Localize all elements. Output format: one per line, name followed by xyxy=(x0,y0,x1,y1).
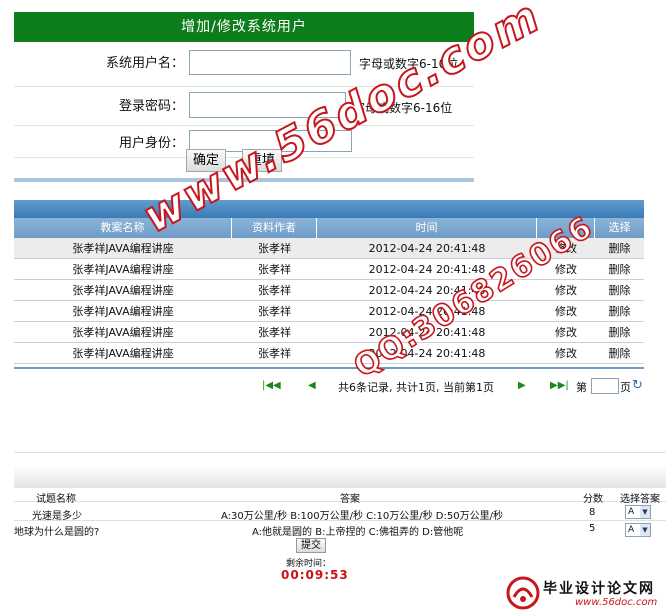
delete-link[interactable]: 删除 xyxy=(595,322,644,343)
exam-score: 8 xyxy=(589,507,596,518)
table-row: 张孝祥JAVA编程讲座 张孝祥 2012-04-24 20:41:48 修改 删除 xyxy=(14,343,644,364)
cell-author: 张孝祥 xyxy=(258,347,291,360)
answer-select-value: A xyxy=(628,525,635,535)
chevron-down-icon: ▼ xyxy=(640,506,650,518)
next-page-icon[interactable]: ▶ xyxy=(518,380,530,392)
exam-header-score: 分数 xyxy=(583,494,603,505)
edit-link[interactable]: 修改 xyxy=(537,322,595,343)
pager: |◀◀ ◀ 共6条记录, 共计1页, 当前第1页 ▶ ▶▶| 第 页 ↻ xyxy=(260,378,660,396)
exam-top-divider xyxy=(14,452,666,453)
column-header-time: 时间 xyxy=(317,218,537,238)
cell-lesson-name: 张孝祥JAVA编程讲座 xyxy=(72,347,174,360)
answer-select-value: A xyxy=(628,507,635,517)
submit-button[interactable]: 提交 xyxy=(296,538,326,553)
exam-question: 地球为什么是圆的? xyxy=(14,527,100,538)
cell-lesson-name: 张孝祥JAVA编程讲座 xyxy=(72,305,174,318)
pager-page-prefix: 第 xyxy=(576,381,587,394)
cell-author: 张孝祥 xyxy=(258,326,291,339)
cell-lesson-name: 张孝祥JAVA编程讲座 xyxy=(72,284,174,297)
cell-author: 张孝祥 xyxy=(258,242,291,255)
site-logo: 毕业设计论文网 www.56doc.com xyxy=(505,575,666,614)
exam-header-question: 试题名称 xyxy=(36,494,76,505)
delete-link[interactable]: 删除 xyxy=(595,280,644,301)
exam-score: 5 xyxy=(589,523,596,534)
table-bottom-border xyxy=(14,367,644,369)
exam-answer: A:他就是圆的 B:上帝捏的 C:佛祖弄的 D:管他呢 xyxy=(252,527,464,538)
delete-link[interactable]: 删除 xyxy=(595,259,644,280)
exam-row-divider xyxy=(14,520,666,521)
answer-select[interactable]: A ▼ xyxy=(625,505,651,519)
edit-link[interactable]: 修改 xyxy=(537,343,595,364)
table-title-bar xyxy=(14,200,644,218)
column-header-select: 选择 xyxy=(608,221,631,234)
table-row: 张孝祥JAVA编程讲座 张孝祥 2012-04-24 20:41:48 修改 删除 xyxy=(14,301,644,322)
cell-author: 张孝祥 xyxy=(258,284,291,297)
delete-link[interactable]: 删除 xyxy=(595,301,644,322)
chevron-down-icon: ▼ xyxy=(640,524,650,536)
role-label: 用户身份： xyxy=(118,136,184,151)
remaining-time-value: 00:09:53 xyxy=(281,568,349,582)
delete-link[interactable]: 删除 xyxy=(595,343,644,364)
password-label: 登录密码： xyxy=(118,99,184,114)
cell-author: 张孝祥 xyxy=(258,263,291,276)
form-title: 增加/修改系统用户 xyxy=(14,12,474,42)
username-label: 系统用户名： xyxy=(105,56,184,71)
page-number-input[interactable] xyxy=(591,378,619,394)
logo-url: www.56doc.com xyxy=(575,597,658,608)
pager-page-suffix: 页 xyxy=(620,381,631,394)
cell-lesson-name: 张孝祥JAVA编程讲座 xyxy=(72,263,174,276)
prev-page-icon[interactable]: ◀ xyxy=(308,380,320,392)
table-row: 张孝祥JAVA编程讲座 张孝祥 2012-04-24 20:41:48 修改 删除 xyxy=(14,322,644,343)
cell-lesson-name: 张孝祥JAVA编程讲座 xyxy=(72,326,174,339)
exam-header-answer: 答案 xyxy=(340,494,360,505)
pager-summary: 共6条记录, 共计1页, 当前第1页 xyxy=(338,381,494,394)
cell-lesson-name: 张孝祥JAVA编程讲座 xyxy=(72,242,174,255)
column-header-author: 资料作者 xyxy=(232,218,317,238)
username-input[interactable] xyxy=(189,50,351,75)
answer-select[interactable]: A ▼ xyxy=(625,523,651,537)
go-refresh-icon[interactable]: ↻ xyxy=(632,378,643,394)
delete-link[interactable]: 删除 xyxy=(595,238,644,259)
edit-link[interactable]: 修改 xyxy=(537,280,595,301)
cell-time: 2012-04-24 20:41:48 xyxy=(368,242,486,255)
edit-link[interactable]: 修改 xyxy=(537,301,595,322)
logo-emblem-icon xyxy=(506,576,540,610)
last-page-icon[interactable]: ▶▶| xyxy=(550,380,570,392)
exam-header-band xyxy=(14,466,666,488)
cell-author: 张孝祥 xyxy=(258,305,291,318)
logo-text: 毕业设计论文网 xyxy=(543,581,655,597)
first-page-icon[interactable]: |◀◀ xyxy=(262,380,282,392)
table-row: 张孝祥JAVA编程讲座 张孝祥 2012-04-24 20:41:48 修改 删除 xyxy=(14,280,644,301)
exam-header-choice: 选择答案 xyxy=(620,494,660,505)
